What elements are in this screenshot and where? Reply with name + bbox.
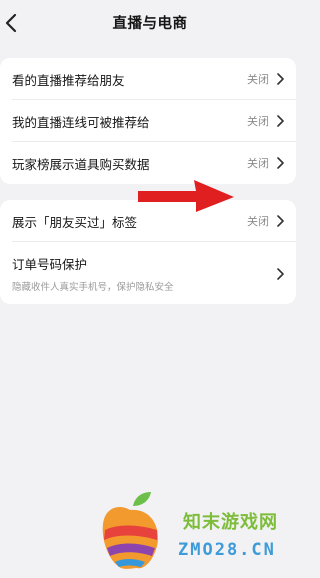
setting-order-number-protection[interactable]: 订单号码保护 隐藏收件人真实手机号，保护隐私安全 <box>0 242 296 304</box>
chevron-right-icon <box>277 73 284 85</box>
setting-texts: 订单号码保护 隐藏收件人真实手机号，保护隐私安全 <box>12 242 277 293</box>
setting-value: 关闭 <box>247 215 269 228</box>
settings-group-live: 看的直播推荐给朋友 关闭 我的直播连线可被推荐给 关闭 玩家榜展示道具购买数据 … <box>0 58 296 184</box>
setting-label: 订单号码保护 <box>12 257 88 272</box>
setting-label: 玩家榜展示道具购买数据 <box>12 156 150 172</box>
setting-recommend-watched-live[interactable]: 看的直播推荐给朋友 关闭 <box>0 58 296 100</box>
header: 直播与电商 <box>0 0 300 46</box>
watermark-name: 知末游戏网 <box>183 512 278 533</box>
chevron-right-icon <box>277 157 284 169</box>
chevron-right-icon <box>277 268 284 280</box>
setting-label: 看的直播推荐给朋友 <box>12 72 125 88</box>
setting-label: 我的直播连线可被推荐给 <box>12 114 150 130</box>
setting-value: 关闭 <box>247 115 269 128</box>
watermark-domain: ZMO28.CN <box>178 540 276 560</box>
chevron-right-icon <box>277 115 284 127</box>
chevron-right-icon <box>277 215 284 227</box>
settings-group-commerce: 展示「朋友买过」标签 关闭 订单号码保护 隐藏收件人真实手机号，保护隐私安全 <box>0 200 296 304</box>
apple-logo-icon <box>102 492 158 569</box>
setting-live-connect-recommend[interactable]: 我的直播连线可被推荐给 关闭 <box>0 100 296 142</box>
setting-label: 展示「朋友买过」标签 <box>12 214 138 230</box>
setting-value: 关闭 <box>247 73 269 86</box>
setting-description: 隐藏收件人真实手机号，保护隐私安全 <box>12 282 174 293</box>
setting-value: 关闭 <box>247 157 269 170</box>
page-title: 直播与电商 <box>112 16 188 32</box>
red-arrow-annotation-icon <box>138 180 234 212</box>
